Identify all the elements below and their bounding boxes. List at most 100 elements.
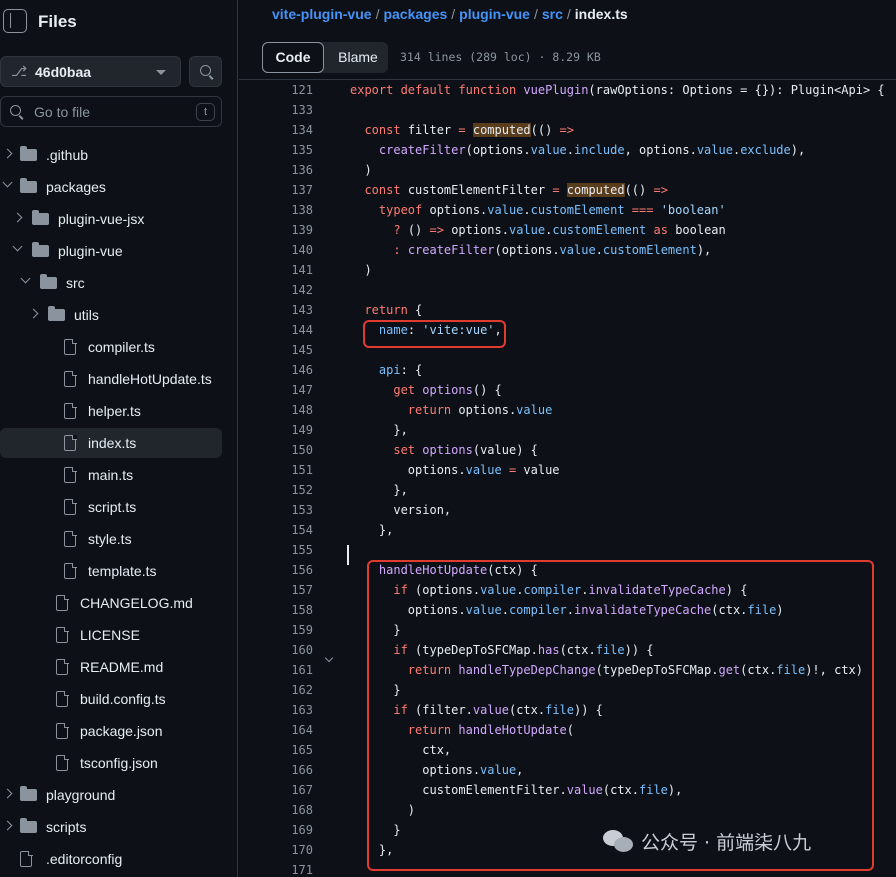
tree-file-helper-ts[interactable]: helper.ts (0, 396, 222, 426)
line-number[interactable]: 121 (256, 80, 313, 100)
line-number[interactable]: 159 (256, 620, 313, 640)
line-number[interactable]: 137 (256, 180, 313, 200)
line-number[interactable]: 170 (256, 840, 313, 860)
tree-folder-scripts[interactable]: scripts (0, 812, 222, 842)
sidebar-collapse-icon[interactable] (3, 9, 27, 33)
line-number[interactable]: 135 (256, 140, 313, 160)
line-number[interactable]: 140 (256, 240, 313, 260)
tree-folder-utils[interactable]: utils (0, 300, 222, 330)
breadcrumb-separator: / (375, 6, 380, 22)
line-number[interactable]: 154 (256, 520, 313, 540)
tree-folder-packages[interactable]: packages (0, 172, 222, 202)
line-number[interactable]: 133 (256, 100, 313, 120)
line-number[interactable]: 146 (256, 360, 313, 380)
code-token: options. (429, 203, 488, 217)
tree-file-compiler-ts[interactable]: compiler.ts (0, 332, 222, 362)
tree-file-main-ts[interactable]: main.ts (0, 460, 222, 490)
tree-file-editorconfig[interactable]: .editorconfig (0, 844, 222, 874)
line-number[interactable]: 156 (256, 560, 313, 580)
fold-chevron-icon[interactable] (324, 653, 334, 663)
line-number[interactable]: 143 (256, 300, 313, 320)
tree-file-template-ts[interactable]: template.ts (0, 556, 222, 586)
line-number[interactable]: 160 (256, 640, 313, 660)
tree-item-label: handleHotUpdate.ts (88, 371, 212, 387)
tree-file-changelog-md[interactable]: CHANGELOG.md (0, 588, 222, 618)
go-to-file-input[interactable] (34, 103, 184, 121)
line-number[interactable]: 147 (256, 380, 313, 400)
chevron-right-icon[interactable] (28, 308, 39, 319)
tree-item-label: plugin-vue (58, 243, 123, 259)
tree-file-style-ts[interactable]: style.ts (0, 524, 222, 554)
code-tab[interactable]: Code (262, 42, 324, 73)
line-number[interactable]: 145 (256, 340, 313, 360)
line-number[interactable]: 153 (256, 500, 313, 520)
line-number[interactable]: 167 (256, 780, 313, 800)
search-button[interactable] (189, 56, 222, 87)
file-icon (64, 466, 77, 483)
code-line: export default function vuePlugin(rawOpt… (350, 80, 885, 100)
line-number[interactable]: 163 (256, 700, 313, 720)
go-to-file-box[interactable]: t (0, 96, 222, 127)
blame-tab[interactable]: Blame (328, 42, 388, 73)
tree-file-build-config-ts[interactable]: build.config.ts (0, 684, 222, 714)
line-number[interactable]: 158 (256, 600, 313, 620)
line-number[interactable]: 152 (256, 480, 313, 500)
code-token: () { (472, 383, 502, 397)
branch-selector[interactable]: ⎇ 46d0baa (0, 56, 181, 87)
tree-file-index-ts[interactable]: index.ts (0, 428, 222, 458)
tree-file-tsconfig-json[interactable]: tsconfig.json (0, 748, 222, 778)
line-number[interactable]: 157 (256, 580, 313, 600)
line-number[interactable]: 148 (256, 400, 313, 420)
line-number[interactable]: 142 (256, 280, 313, 300)
tree-folder-plugin-vue[interactable]: plugin-vue (0, 236, 222, 266)
line-number[interactable]: 136 (256, 160, 313, 180)
tree-file-package-json[interactable]: package.json (0, 716, 222, 746)
line-number[interactable]: 151 (256, 460, 313, 480)
tree-folder-src[interactable]: src (0, 268, 222, 298)
tree-file-license[interactable]: LICENSE (0, 620, 222, 650)
breadcrumb-repo[interactable]: vite-plugin-vue (272, 6, 372, 22)
line-number[interactable]: 150 (256, 440, 313, 460)
line-number[interactable]: 165 (256, 740, 313, 760)
branch-label: 46d0baa (35, 64, 92, 80)
chevron-down-icon[interactable] (20, 273, 31, 284)
line-number[interactable]: 141 (256, 260, 313, 280)
watermark: 公众号 · 前端柒八九 (603, 826, 811, 856)
tree-folder-github[interactable]: .github (0, 140, 222, 170)
chevron-down-icon[interactable] (2, 177, 13, 188)
line-number[interactable]: 139 (256, 220, 313, 240)
line-number[interactable]: 134 (256, 120, 313, 140)
line-number[interactable]: 168 (256, 800, 313, 820)
line-number[interactable]: 171 (256, 860, 313, 877)
line-number[interactable]: 161 (256, 660, 313, 680)
breadcrumb-plugin-vue[interactable]: plugin-vue (459, 6, 530, 22)
line-number[interactable]: 169 (256, 820, 313, 840)
tree-file-readme-md[interactable]: README.md (0, 652, 222, 682)
line-number[interactable]: 164 (256, 720, 313, 740)
line-number[interactable]: 138 (256, 200, 313, 220)
tree-folder-plugin-vue-jsx[interactable]: plugin-vue-jsx (0, 204, 222, 234)
code-line: api: { (350, 360, 422, 380)
breadcrumb-packages[interactable]: packages (383, 6, 447, 22)
chevron-right-icon[interactable] (2, 148, 13, 159)
code-token: => (559, 123, 574, 137)
code-token: = (508, 463, 524, 477)
line-number[interactable]: 162 (256, 680, 313, 700)
tree-folder-playground[interactable]: playground (0, 780, 222, 810)
chevron-right-icon[interactable] (12, 212, 23, 223)
chevron-down-icon[interactable] (12, 241, 23, 252)
tree-file-script-ts[interactable]: script.ts (0, 492, 222, 522)
chevron-right-icon[interactable] (2, 820, 13, 831)
line-number[interactable]: 149 (256, 420, 313, 440)
chevron-right-icon[interactable] (2, 788, 13, 799)
code-token: createFilter (378, 143, 466, 157)
tree-file-handlehotupdate-ts[interactable]: handleHotUpdate.ts (0, 364, 222, 394)
code-token: value (465, 463, 509, 477)
breadcrumb-src[interactable]: src (542, 6, 563, 22)
line-number[interactable]: 155 (256, 540, 313, 560)
file-icon (64, 338, 77, 355)
code-token: customElement (530, 203, 625, 217)
line-number[interactable]: 144 (256, 320, 313, 340)
line-number[interactable]: 166 (256, 760, 313, 780)
